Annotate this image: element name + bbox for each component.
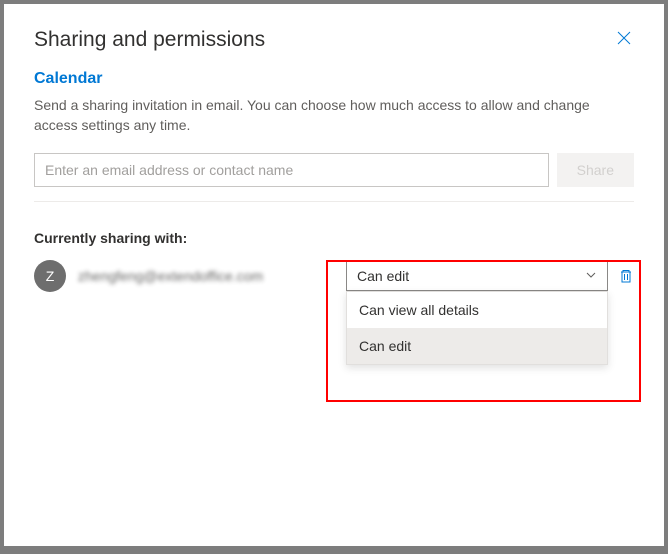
- dialog-header: Sharing and permissions: [34, 28, 634, 52]
- email-input[interactable]: [34, 153, 549, 187]
- close-icon[interactable]: [614, 28, 634, 48]
- invite-row: Share: [34, 153, 634, 187]
- share-entry: Z zhengfeng@extendoffice.com Can edit Ca…: [34, 260, 634, 292]
- permission-option-can-edit[interactable]: Can edit: [347, 328, 607, 364]
- contact-email: zhengfeng@extendoffice.com: [78, 268, 336, 284]
- permission-select-button[interactable]: Can edit: [346, 261, 608, 291]
- avatar: Z: [34, 260, 66, 292]
- permission-select[interactable]: Can edit Can view all details Can edit: [346, 261, 608, 291]
- dialog-description: Send a sharing invitation in email. You …: [34, 96, 634, 135]
- calendar-subtitle: Calendar: [34, 70, 634, 88]
- dialog-title: Sharing and permissions: [34, 28, 265, 52]
- permission-selected-label: Can edit: [357, 268, 409, 284]
- permission-option-view-all[interactable]: Can view all details: [347, 292, 607, 328]
- trash-icon[interactable]: [618, 268, 634, 284]
- permission-dropdown: Can view all details Can edit: [346, 291, 608, 365]
- chevron-down-icon: [585, 268, 597, 284]
- currently-sharing-heading: Currently sharing with:: [34, 230, 634, 246]
- divider: [34, 201, 634, 202]
- sharing-permissions-dialog: Sharing and permissions Calendar Send a …: [4, 4, 664, 546]
- share-button[interactable]: Share: [557, 153, 634, 187]
